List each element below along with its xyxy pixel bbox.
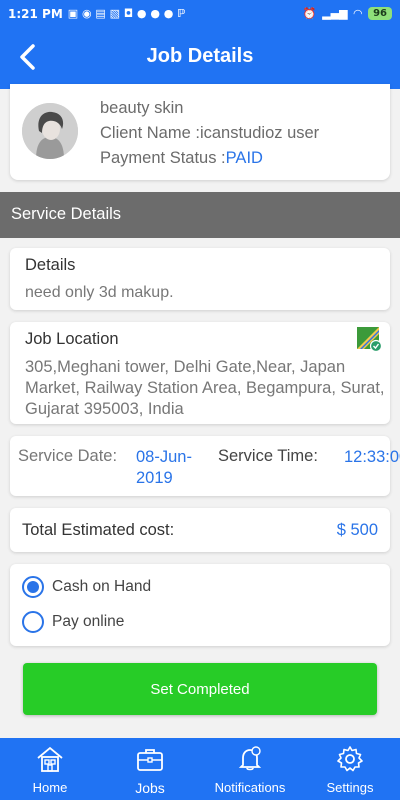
nav-jobs-label: Jobs [135, 780, 165, 796]
service-time-value: 12:33:00 [344, 448, 400, 466]
home-icon [37, 746, 63, 772]
nav-notifications-label: Notifications [214, 780, 286, 795]
cost-label: Total Estimated cost: [22, 521, 175, 539]
nav-settings-label: Settings [326, 780, 374, 795]
service-time-label: Service Time: [218, 447, 318, 465]
payment-status: Payment Status :PAID [100, 146, 319, 171]
payment-status-value: PAID [225, 149, 263, 167]
client-name: Client Name :icanstudioz user [100, 124, 320, 142]
service-date-label: Service Date: [18, 447, 118, 465]
set-completed-button[interactable]: Set Completed [23, 663, 377, 715]
cash-option-label: Cash on Hand [52, 578, 152, 595]
status-bar: 1:21 PM ▣ ◉ ▤ ▧ ◘ ● ● ● ℙ ⏰ ▂▄▆ ◠ 96 [0, 0, 400, 27]
notification-icons: ▣ ◉ ▤ ▧ ◘ ● ● ● ℙ [67, 7, 186, 20]
nav-home-label: Home [32, 780, 68, 795]
bottom-nav: Home Jobs Notifications Settings [0, 738, 400, 800]
service-name: beauty skin [100, 99, 184, 117]
nav-home[interactable]: Home [0, 738, 100, 800]
payment-options-card: Cash on Hand Pay online [10, 564, 390, 646]
app-bar: Job Details [0, 27, 400, 89]
briefcase-icon [137, 749, 163, 771]
page-title: Job Details [146, 45, 254, 67]
alarm-icon: ⏰ [302, 7, 317, 20]
service-date-value: 08-Jun-2019 [136, 448, 192, 487]
section-header: Service Details [0, 192, 400, 238]
gear-icon [337, 746, 363, 772]
cost-value: $ 500 [336, 521, 378, 539]
nav-settings[interactable]: Settings [300, 738, 400, 800]
payment-status-label: Payment Status : [100, 149, 226, 167]
pay-online-option[interactable]: Pay online [22, 611, 124, 633]
cost-card: Total Estimated cost: $ 500 [10, 508, 390, 552]
nav-notifications[interactable]: Notifications [200, 738, 300, 800]
client-avatar [22, 103, 78, 159]
bell-icon [238, 746, 262, 771]
online-option-label: Pay online [52, 613, 125, 630]
details-card: Details need only 3d makup. [10, 248, 390, 310]
map-icon[interactable] [356, 326, 382, 352]
job-details-screen: 1:21 PM ▣ ◉ ▤ ▧ ◘ ● ● ● ℙ ⏰ ▂▄▆ ◠ 96 Job… [0, 0, 400, 800]
wifi-icon: ◠ [353, 7, 363, 20]
battery-icon: 96 [368, 7, 392, 20]
signal-icon: ▂▄▆ [322, 7, 348, 20]
details-heading: Details [25, 256, 76, 274]
cash-radio[interactable] [22, 576, 44, 598]
location-heading: Job Location [25, 330, 119, 348]
schedule-card: Service Date: 08-Jun-2019 Service Time: … [10, 436, 400, 496]
details-text: need only 3d makup. [25, 284, 174, 301]
nav-jobs[interactable]: Jobs [100, 738, 200, 800]
online-radio[interactable] [22, 611, 44, 633]
status-time: 1:21 PM [8, 6, 63, 21]
client-card: beauty skin Client Name :icanstudioz use… [10, 84, 390, 180]
location-card: Job Location 305,Meghani tower, Delhi Ga… [10, 322, 390, 424]
radio-selected-dot [27, 581, 39, 593]
location-address: 305,Meghani tower, Delhi Gate,Near, Japa… [25, 358, 385, 418]
cash-on-hand-option[interactable]: Cash on Hand [22, 576, 151, 598]
